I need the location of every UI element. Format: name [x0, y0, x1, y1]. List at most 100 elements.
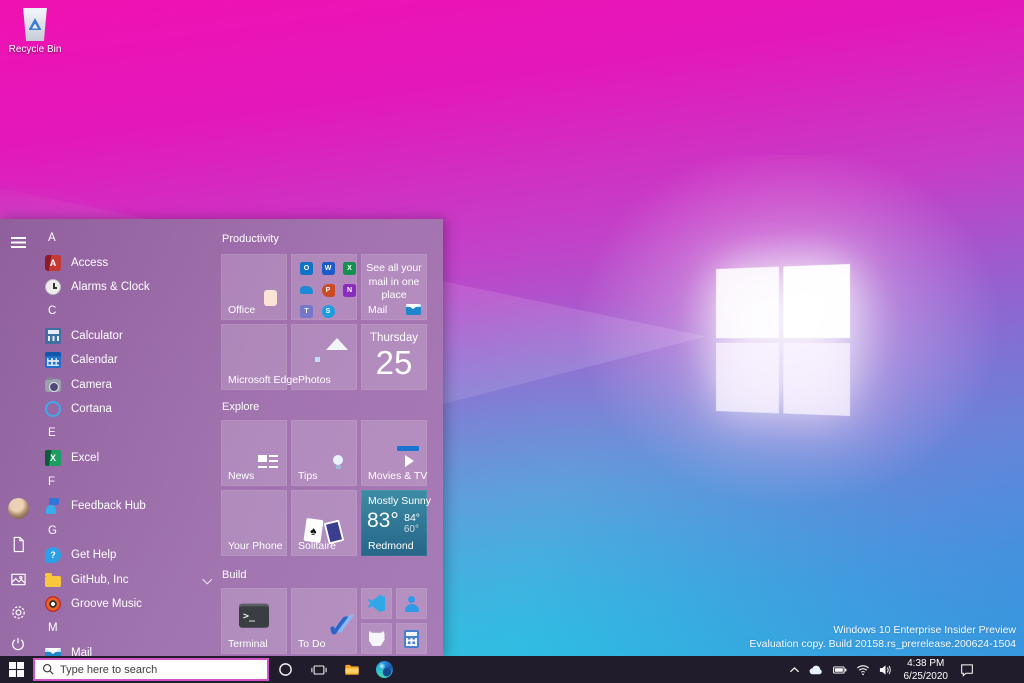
app-list-item-github-folder[interactable]: GitHub, Inc: [36, 567, 218, 591]
onedrive-icon: [300, 284, 313, 297]
vscode-icon: [368, 595, 385, 612]
tile-calculator[interactable]: [396, 623, 427, 654]
watermark-line2: Evaluation copy. Build 20158.rs_prerelea…: [749, 638, 1016, 651]
expand-menu-button[interactable]: [7, 231, 29, 253]
chevron-down-icon: [202, 575, 212, 585]
tile-mail-live[interactable]: See all your mail in one place Mail: [361, 254, 427, 320]
tile-calendar-live[interactable]: Thursday 25: [361, 324, 427, 390]
app-list-item-cortana[interactable]: Cortana: [36, 397, 218, 421]
action-center-button[interactable]: [955, 656, 978, 683]
file-explorer-button[interactable]: [335, 656, 368, 683]
taskbar: 4:38 PM 6/25/2020: [0, 656, 1024, 683]
app-list-letter-a[interactable]: A: [36, 226, 218, 250]
tile-vscode[interactable]: [361, 588, 392, 619]
search-icon: [42, 663, 54, 675]
app-list-letter-c[interactable]: C: [36, 299, 218, 323]
app-list-item-feedback-hub[interactable]: Feedback Hub: [36, 494, 218, 518]
watermark-line1: Windows 10 Enterprise Insider Preview: [833, 623, 1016, 636]
feedback-hub-icon: [45, 498, 61, 515]
app-list-item-get-help[interactable]: Get Help: [36, 543, 218, 567]
tile-feedback-hub[interactable]: [396, 588, 427, 619]
hamburger-icon: [10, 236, 26, 248]
volume-tray-button[interactable]: [875, 656, 897, 683]
show-desktop-strip[interactable]: [978, 656, 1024, 683]
excel-icon: [45, 449, 61, 466]
groove-music-icon: [45, 596, 61, 613]
logo-pane: [716, 266, 779, 338]
tile-tips[interactable]: Tips: [291, 420, 357, 486]
tray-overflow-button[interactable]: [785, 656, 805, 683]
app-list-item-access[interactable]: Access: [36, 250, 218, 274]
tile-office[interactable]: Office: [221, 254, 287, 320]
edge-icon: [376, 661, 393, 678]
tile-terminal[interactable]: Terminal: [221, 588, 287, 654]
app-list-item-alarms-clock[interactable]: Alarms & Clock: [36, 275, 218, 299]
app-list-letter-e[interactable]: E: [36, 421, 218, 445]
teams-icon: [300, 305, 313, 319]
windows-logo: [716, 264, 850, 416]
network-tray-button[interactable]: [852, 656, 875, 683]
skype-icon: [321, 305, 335, 319]
app-list-letter-f[interactable]: F: [36, 470, 218, 494]
settings-button[interactable]: [7, 601, 29, 623]
tile-microsoft-edge[interactable]: Microsoft Edge: [221, 324, 298, 390]
app-list-item-calendar[interactable]: Calendar: [36, 348, 218, 372]
recycle-arrows-icon: [28, 18, 42, 30]
terminal-icon: [239, 603, 269, 628]
app-list-letter-g[interactable]: G: [36, 519, 218, 543]
github-octocat-icon: [368, 631, 385, 646]
documents-button[interactable]: [7, 533, 29, 555]
action-center-icon: [960, 663, 973, 677]
edge-button[interactable]: [368, 656, 401, 683]
task-view-button[interactable]: [302, 656, 335, 683]
tile-solitaire[interactable]: Solitaire: [291, 490, 357, 556]
power-button[interactable]: [7, 633, 29, 655]
word-icon: [321, 262, 335, 275]
windows-flag-icon: [9, 662, 24, 677]
battery-tray-button[interactable]: [829, 656, 852, 683]
tile-news[interactable]: News: [221, 420, 287, 486]
gear-icon: [11, 605, 25, 619]
app-list-item-calculator[interactable]: Calculator: [36, 324, 218, 348]
tile-to-do[interactable]: To Do: [291, 588, 357, 654]
insider-watermark: Windows 10 Enterprise Insider Preview Ev…: [749, 623, 1016, 652]
taskbar-clock[interactable]: 4:38 PM 6/25/2020: [897, 657, 956, 683]
onedrive-tray-button[interactable]: [805, 656, 829, 683]
tile-github[interactable]: [361, 623, 392, 654]
outlook-icon: [300, 262, 313, 275]
cloud-icon: [809, 665, 822, 674]
taskbar-search-box[interactable]: [33, 658, 269, 681]
app-list-item-camera[interactable]: Camera: [36, 372, 218, 396]
powerpoint-icon: [321, 283, 335, 297]
speaker-icon: [879, 664, 891, 675]
tile-office-apps-folder[interactable]: [291, 254, 357, 320]
search-input[interactable]: [60, 663, 267, 676]
tile-photos[interactable]: Photos: [291, 324, 357, 390]
logo-pane: [782, 264, 850, 338]
tile-weather-live[interactable]: Mostly Sunny 83° 84° 60° Redmond: [361, 490, 431, 556]
tile-your-phone[interactable]: Your Phone: [221, 490, 287, 556]
folder-icon: [344, 664, 359, 675]
small-tile-group: [361, 588, 427, 654]
logo-pane: [782, 342, 850, 416]
alarms-clock-icon: [45, 278, 61, 295]
recycle-bin-shortcut[interactable]: Recycle Bin: [6, 8, 64, 55]
pictures-icon: [10, 573, 26, 585]
app-list-item-mail[interactable]: Mail: [36, 641, 218, 657]
cortana-icon: [45, 400, 61, 417]
tile-movies-tv[interactable]: Movies & TV: [361, 420, 427, 486]
pictures-button[interactable]: [7, 568, 29, 590]
avatar: [7, 497, 29, 519]
clock-time: 4:38 PM: [907, 657, 945, 669]
get-help-icon: [45, 547, 61, 564]
battery-icon: [833, 665, 847, 674]
task-view-icon: [310, 664, 327, 675]
app-list-letter-m[interactable]: M: [36, 616, 218, 640]
user-account-button[interactable]: [7, 497, 29, 519]
cortana-button[interactable]: [269, 656, 302, 683]
app-list-item-groove-music[interactable]: Groove Music: [36, 592, 218, 616]
camera-icon: [45, 377, 61, 393]
recycle-bin-label: Recycle Bin: [8, 44, 62, 55]
app-list-item-excel[interactable]: Excel: [36, 446, 218, 470]
start-button[interactable]: [0, 656, 33, 683]
